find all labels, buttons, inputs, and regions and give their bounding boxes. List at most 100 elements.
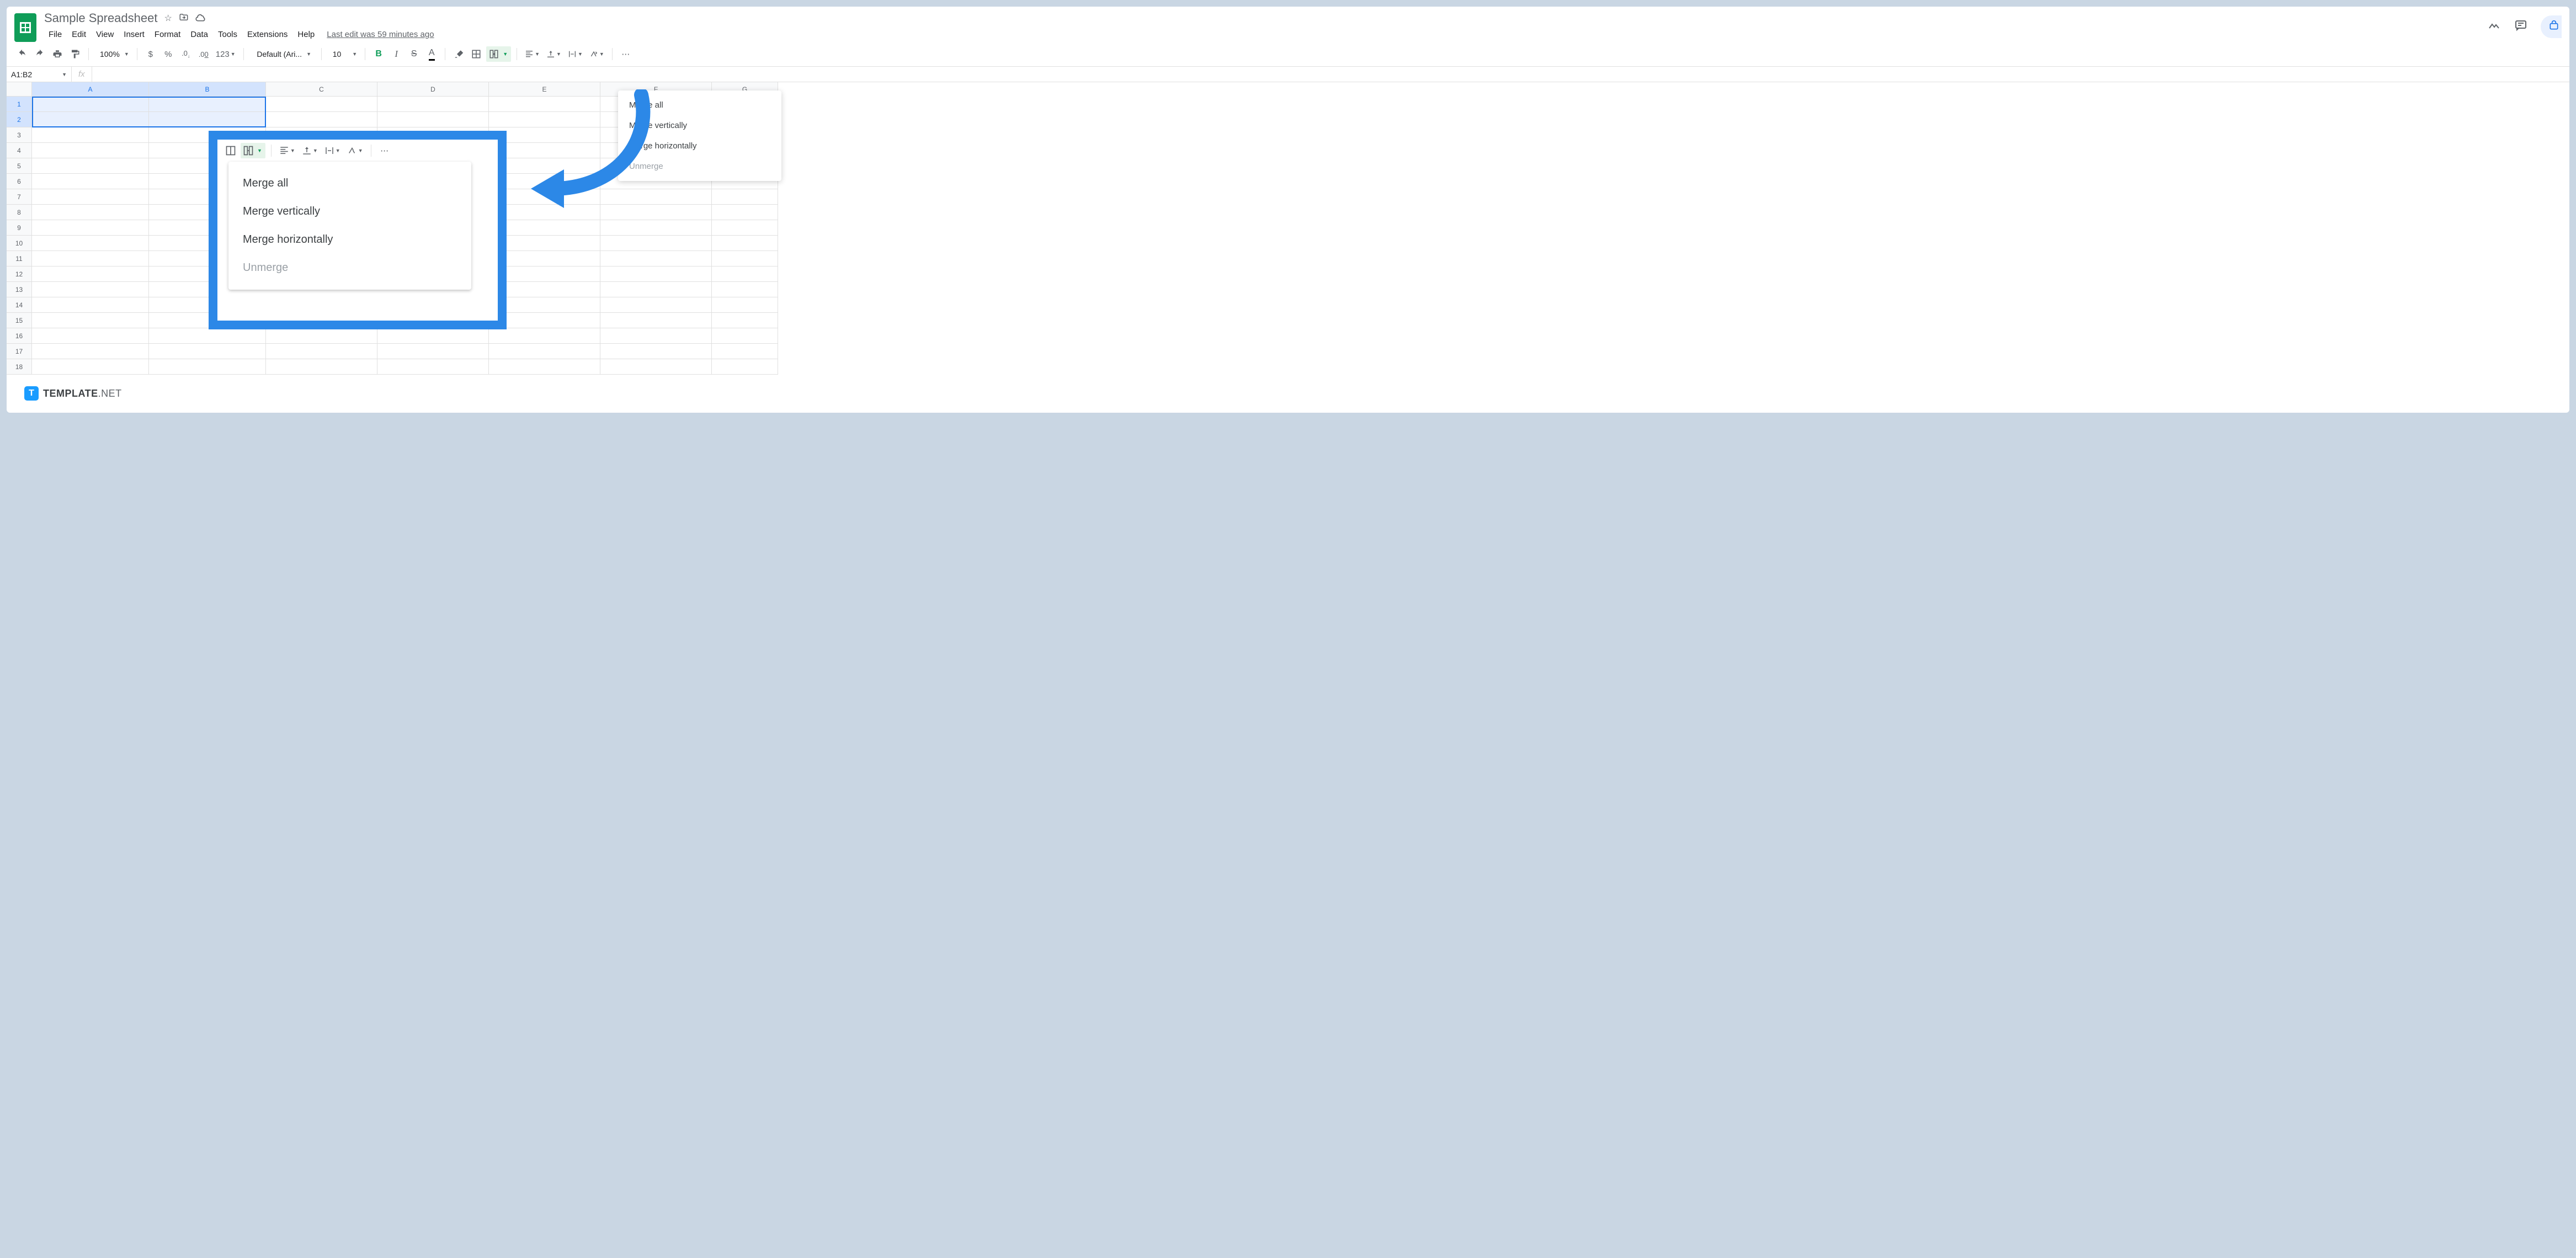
- text-rotation-button[interactable]: ▼: [587, 46, 606, 62]
- cell-F12[interactable]: [600, 266, 712, 282]
- star-icon[interactable]: ☆: [164, 13, 172, 24]
- cell-A11[interactable]: [32, 251, 149, 266]
- cell-F10[interactable]: [600, 236, 712, 251]
- cell-G12[interactable]: [712, 266, 778, 282]
- rotation-icon[interactable]: ▼: [345, 143, 365, 158]
- row-header-4[interactable]: 4: [7, 143, 32, 158]
- percent-button[interactable]: %: [161, 46, 176, 62]
- cloud-icon[interactable]: [195, 13, 206, 24]
- merge-vertically-option-large[interactable]: Merge vertically: [228, 198, 471, 226]
- cell-A16[interactable]: [32, 328, 149, 344]
- row-header-5[interactable]: 5: [7, 158, 32, 174]
- cell-A18[interactable]: [32, 359, 149, 375]
- row-header-16[interactable]: 16: [7, 328, 32, 344]
- cell-G8[interactable]: [712, 205, 778, 220]
- merge-cells-button[interactable]: ▼: [486, 46, 511, 62]
- menu-tools[interactable]: Tools: [214, 28, 242, 41]
- cell-C1[interactable]: [266, 97, 377, 112]
- cell-G10[interactable]: [712, 236, 778, 251]
- menu-insert[interactable]: Insert: [119, 28, 149, 41]
- menu-extensions[interactable]: Extensions: [243, 28, 292, 41]
- cell-C2[interactable]: [266, 112, 377, 127]
- last-edit-link[interactable]: Last edit was 59 minutes ago: [327, 30, 434, 39]
- cell-G11[interactable]: [712, 251, 778, 266]
- menu-help[interactable]: Help: [293, 28, 319, 41]
- cell-A12[interactable]: [32, 266, 149, 282]
- cell-G17[interactable]: [712, 344, 778, 359]
- fill-color-button[interactable]: [451, 46, 466, 62]
- menu-data[interactable]: Data: [186, 28, 212, 41]
- text-wrap-button[interactable]: ▼: [566, 46, 585, 62]
- cell-A13[interactable]: [32, 282, 149, 297]
- column-header-D[interactable]: D: [377, 82, 489, 97]
- merge-all-option-large[interactable]: Merge all: [228, 169, 471, 198]
- column-header-B[interactable]: B: [149, 82, 266, 97]
- row-header-10[interactable]: 10: [7, 236, 32, 251]
- row-header-14[interactable]: 14: [7, 297, 32, 313]
- comments-icon[interactable]: [2514, 19, 2527, 35]
- cell-F9[interactable]: [600, 220, 712, 236]
- italic-button[interactable]: I: [388, 46, 404, 62]
- cell-A17[interactable]: [32, 344, 149, 359]
- cell-A2[interactable]: [32, 112, 149, 127]
- row-header-6[interactable]: 6: [7, 174, 32, 189]
- column-header-C[interactable]: C: [266, 82, 377, 97]
- merge-cells-button-callout[interactable]: ▼: [241, 143, 265, 158]
- text-color-button[interactable]: A: [424, 46, 439, 62]
- row-header-9[interactable]: 9: [7, 220, 32, 236]
- cell-G13[interactable]: [712, 282, 778, 297]
- borders-button[interactable]: [469, 46, 484, 62]
- undo-icon[interactable]: [14, 46, 30, 62]
- font-select[interactable]: Default (Ari...▼: [249, 46, 316, 62]
- merge-horizontally-option-large[interactable]: Merge horizontally: [228, 226, 471, 254]
- cell-B17[interactable]: [149, 344, 266, 359]
- cell-G14[interactable]: [712, 297, 778, 313]
- halign-icon[interactable]: ▼: [277, 143, 297, 158]
- valign-icon[interactable]: ▼: [300, 143, 320, 158]
- cell-C17[interactable]: [266, 344, 377, 359]
- cell-A10[interactable]: [32, 236, 149, 251]
- cell-A7[interactable]: [32, 189, 149, 205]
- cell-A9[interactable]: [32, 220, 149, 236]
- wrap-icon[interactable]: ▼: [322, 143, 343, 158]
- formula-input[interactable]: [92, 67, 2569, 82]
- share-button-partial[interactable]: [2541, 15, 2562, 38]
- strikethrough-button[interactable]: S: [406, 46, 422, 62]
- row-header-1[interactable]: 1: [7, 97, 32, 112]
- print-icon[interactable]: [50, 46, 65, 62]
- more-icon[interactable]: ⋯: [377, 143, 392, 158]
- cell-G9[interactable]: [712, 220, 778, 236]
- menu-file[interactable]: File: [44, 28, 66, 41]
- menu-view[interactable]: View: [92, 28, 118, 41]
- increase-decimal-button[interactable]: .00: [196, 46, 211, 62]
- cell-A8[interactable]: [32, 205, 149, 220]
- cell-F15[interactable]: [600, 313, 712, 328]
- cell-A15[interactable]: [32, 313, 149, 328]
- cell-A3[interactable]: [32, 127, 149, 143]
- cell-D2[interactable]: [377, 112, 489, 127]
- move-icon[interactable]: [179, 12, 189, 25]
- cell-B16[interactable]: [149, 328, 266, 344]
- row-header-7[interactable]: 7: [7, 189, 32, 205]
- cell-G15[interactable]: [712, 313, 778, 328]
- row-header-2[interactable]: 2: [7, 112, 32, 127]
- zoom-select[interactable]: 100%▼: [94, 46, 131, 62]
- cell-F13[interactable]: [600, 282, 712, 297]
- redo-icon[interactable]: [32, 46, 47, 62]
- more-toolbar-icon[interactable]: ⋯: [618, 46, 634, 62]
- cell-G7[interactable]: [712, 189, 778, 205]
- document-title[interactable]: Sample Spreadsheet: [44, 11, 157, 25]
- cell-A5[interactable]: [32, 158, 149, 174]
- row-header-17[interactable]: 17: [7, 344, 32, 359]
- borders-icon[interactable]: [223, 143, 238, 158]
- row-header-15[interactable]: 15: [7, 313, 32, 328]
- cell-F16[interactable]: [600, 328, 712, 344]
- cell-B1[interactable]: [149, 97, 266, 112]
- cell-F17[interactable]: [600, 344, 712, 359]
- cell-C16[interactable]: [266, 328, 377, 344]
- cell-E17[interactable]: [489, 344, 600, 359]
- row-header-3[interactable]: 3: [7, 127, 32, 143]
- cell-E18[interactable]: [489, 359, 600, 375]
- vertical-align-button[interactable]: ▼: [544, 46, 563, 62]
- row-header-13[interactable]: 13: [7, 282, 32, 297]
